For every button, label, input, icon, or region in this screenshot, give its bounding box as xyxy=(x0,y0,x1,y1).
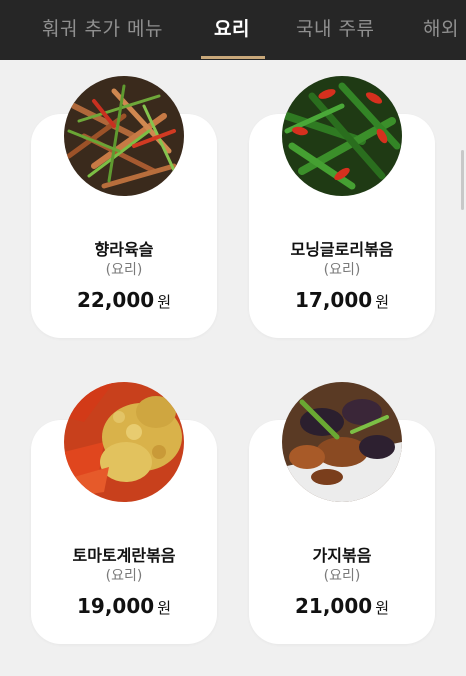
menu-item-name: 가지볶음 xyxy=(312,546,372,565)
menu-item-category: (요리) xyxy=(323,262,361,278)
category-tab-bar: 훠궈 추가 메뉴 요리 국내 주류 해외 xyxy=(0,0,466,60)
price-amount: 19,000 xyxy=(77,594,155,618)
menu-item-category: (요리) xyxy=(323,568,361,584)
tab-foreign[interactable]: 해외 xyxy=(423,14,459,41)
price-amount: 17,000 xyxy=(295,288,373,312)
morning-glory-photo xyxy=(282,76,402,196)
menu-item-price: 17,000 원 xyxy=(249,288,435,312)
tomato-egg-photo xyxy=(64,382,184,502)
tab-domestic-liquor[interactable]: 국내 주류 xyxy=(296,14,374,41)
price-currency: 원 xyxy=(375,293,389,311)
menu-item-name: 토마토계란볶음 xyxy=(72,546,176,565)
price-amount: 22,000 xyxy=(77,288,155,312)
eggplant-photo xyxy=(282,382,402,502)
tab-hotpot-extra-menu[interactable]: 훠궈 추가 메뉴 xyxy=(42,14,163,41)
menu-item-name: 모닝글로리볶음 xyxy=(290,240,394,259)
menu-item-name: 향라육슬 xyxy=(94,240,154,259)
price-currency: 원 xyxy=(375,599,389,617)
menu-item-category: (요리) xyxy=(105,568,143,584)
price-amount: 21,000 xyxy=(295,594,373,618)
menu-item-price: 22,000 원 xyxy=(31,288,217,312)
menu-item-category: (요리) xyxy=(105,262,143,278)
scrollbar[interactable] xyxy=(461,150,464,210)
active-tab-indicator xyxy=(201,56,265,59)
tab-dishes[interactable]: 요리 xyxy=(214,14,250,41)
shredded-pork-photo xyxy=(64,76,184,196)
price-currency: 원 xyxy=(157,293,171,311)
price-currency: 원 xyxy=(157,599,171,617)
menu-item-price: 19,000 원 xyxy=(31,594,217,618)
menu-item-price: 21,000 원 xyxy=(249,594,435,618)
